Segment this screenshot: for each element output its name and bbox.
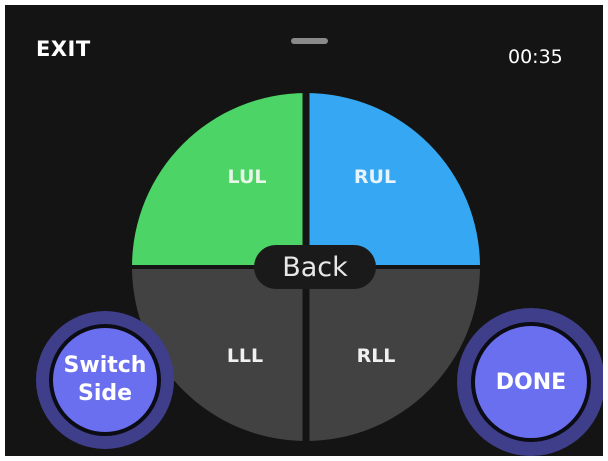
app-screen: EXIT 00:35 LUL RUL LLL RLL Back Switch S… bbox=[5, 5, 603, 456]
quadrant-rul-label: RUL bbox=[354, 166, 396, 188]
switch-side-label-line1: Switch bbox=[63, 353, 147, 378]
back-button[interactable]: Back bbox=[254, 245, 376, 289]
quadrant-lll-label: LLL bbox=[227, 345, 263, 367]
done-button-face: DONE bbox=[471, 322, 591, 442]
quadrant-lul[interactable] bbox=[132, 93, 306, 267]
switch-side-label-line2: Side bbox=[77, 381, 133, 406]
switch-side-button[interactable]: Switch Side bbox=[36, 311, 174, 449]
back-button-label: Back bbox=[282, 251, 348, 283]
done-button-label: DONE bbox=[495, 369, 567, 395]
switch-side-button-face: Switch Side bbox=[49, 324, 161, 436]
done-button[interactable]: DONE bbox=[457, 308, 603, 456]
quadrant-rll-label: RLL bbox=[357, 345, 396, 367]
quadrant-lul-label: LUL bbox=[228, 166, 267, 188]
